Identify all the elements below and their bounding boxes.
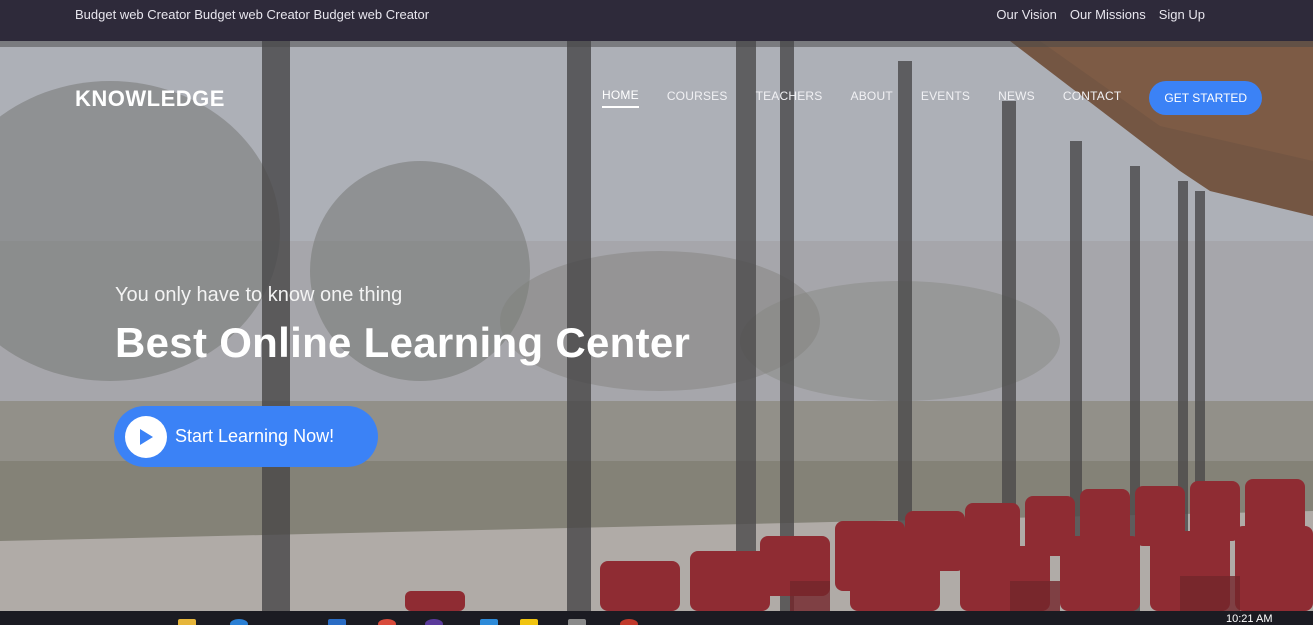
sign-up-link[interactable]: Sign Up [1159, 7, 1205, 22]
os-taskbar: 10:21 AM [0, 611, 1313, 625]
vscode-icon[interactable] [480, 619, 498, 625]
notes-icon[interactable] [520, 619, 538, 625]
nav-teachers[interactable]: TEACHERS [756, 89, 823, 107]
app-icon-4[interactable] [620, 619, 638, 625]
nav-about[interactable]: ABOUT [851, 89, 893, 107]
nav-contact[interactable]: CONTACT [1063, 89, 1122, 107]
nav-courses[interactable]: COURSES [667, 89, 728, 107]
our-missions-link[interactable]: Our Missions [1070, 7, 1146, 22]
app-icon[interactable] [328, 619, 346, 625]
hero-subtitle: You only have to know one thing [115, 284, 403, 306]
browser-icon[interactable] [230, 619, 248, 625]
app-icon-3[interactable] [568, 619, 586, 625]
get-started-button[interactable]: GET STARTED [1149, 81, 1263, 115]
start-learning-label: Start Learning Now! [175, 426, 335, 446]
hero-headline: Best Online Learning Center [115, 319, 691, 366]
nav-home[interactable]: HOME [602, 88, 639, 108]
start-learning-button[interactable]: Start Learning Now! [114, 406, 378, 467]
top-bar: Budget web Creator Budget web Creator Bu… [0, 0, 1313, 41]
taskbar-clock: 10:21 AM [1226, 613, 1273, 625]
tagline: Budget web Creator Budget web Creator Bu… [75, 7, 430, 22]
main-nav: HOME COURSES TEACHERS ABOUT EVENTS NEWS … [602, 81, 1263, 115]
site-logo[interactable]: KNOWLEDGE [75, 86, 225, 112]
top-links: Our Vision Our Missions Sign Up [996, 7, 1205, 22]
app-icon-2[interactable] [425, 619, 443, 625]
file-explorer-icon[interactable] [178, 619, 196, 625]
nav-events[interactable]: EVENTS [921, 89, 970, 107]
chrome-icon[interactable] [378, 619, 396, 625]
our-vision-link[interactable]: Our Vision [996, 7, 1056, 22]
play-icon [125, 415, 167, 458]
hero-section: KNOWLEDGE HOME COURSES TEACHERS ABOUT EV… [0, 41, 1313, 611]
nav-news[interactable]: NEWS [998, 89, 1035, 107]
